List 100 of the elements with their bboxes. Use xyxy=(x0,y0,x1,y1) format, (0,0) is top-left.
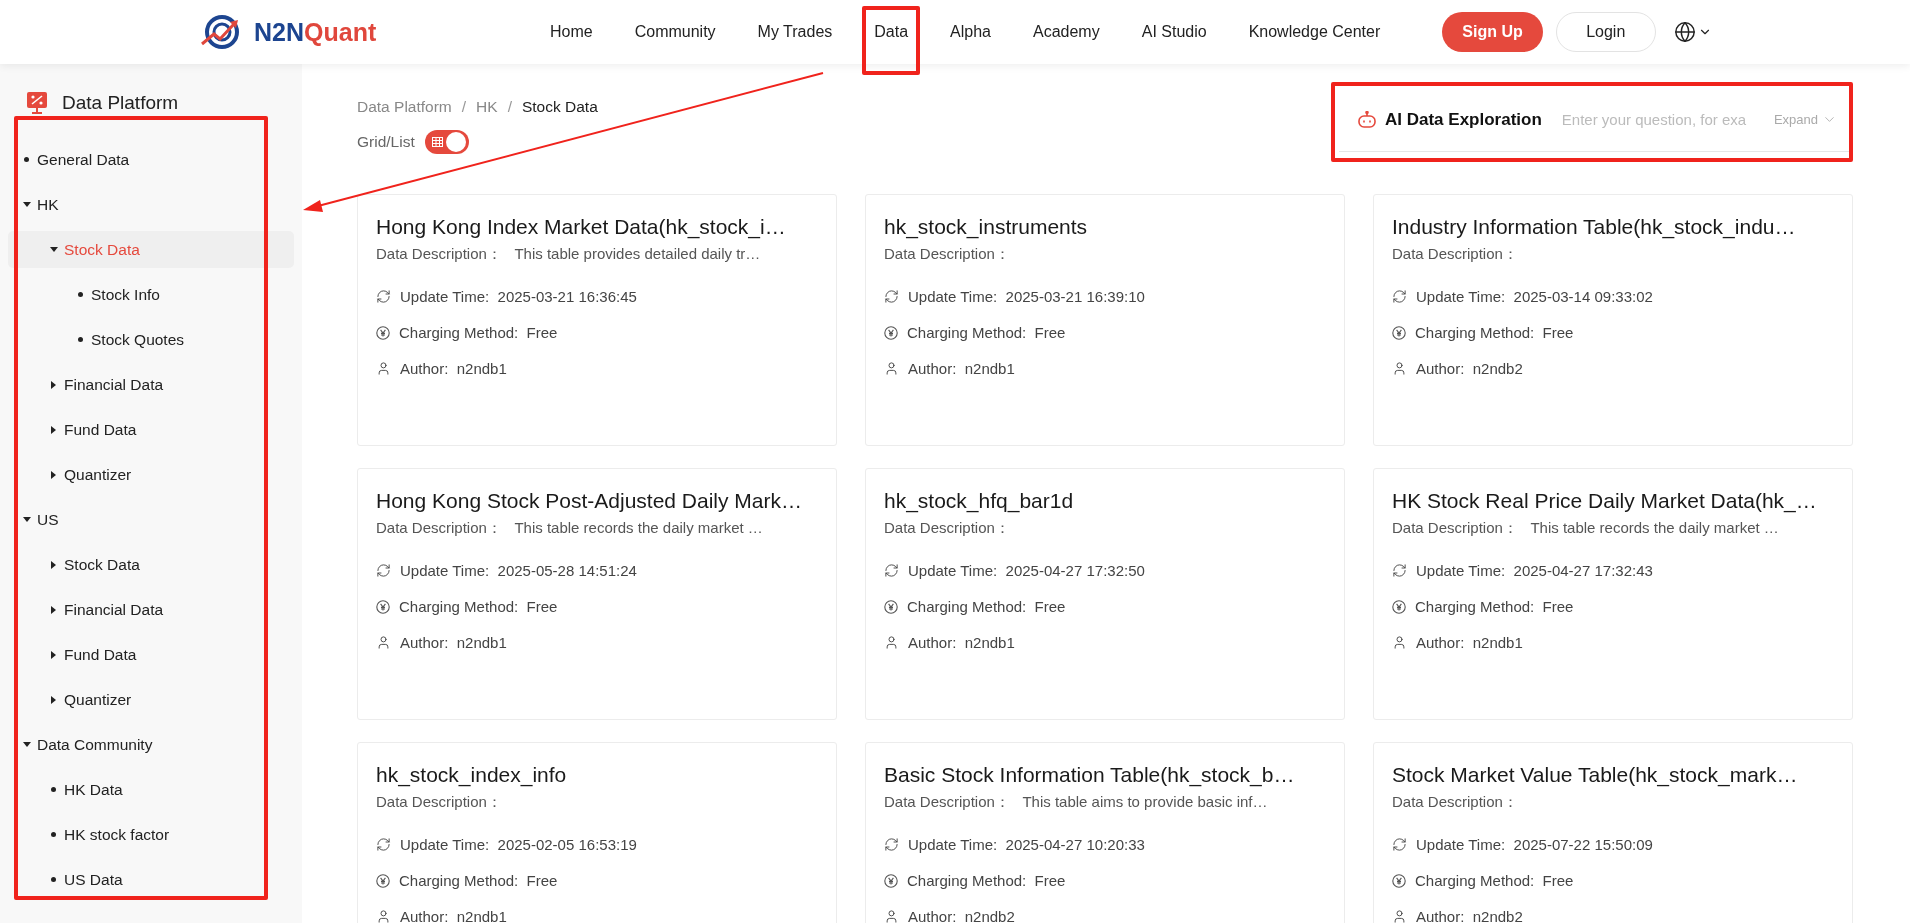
nav-link[interactable]: Academy xyxy=(1017,0,1116,64)
dataset-card[interactable]: hk_stock_index_info Data Description： Update Time: 2025-02-05 16:53:19 Charging Method: Free Author: n2ndb1 xyxy=(357,742,837,923)
yen-coin-icon xyxy=(376,599,390,614)
nav-link[interactable]: Home xyxy=(534,0,609,64)
user-icon xyxy=(376,361,391,376)
caret-right-icon[interactable] xyxy=(51,470,56,479)
dataset-card[interactable]: hk_stock_hfq_bar1d Data Description： Update Time: 2025-04-27 17:32:50 Charging Method: Free Author: n2ndb1 xyxy=(865,468,1345,720)
bullet-icon xyxy=(51,877,56,882)
caret-down-icon[interactable] xyxy=(22,202,31,207)
refresh-icon xyxy=(1392,837,1407,852)
caret-right-icon[interactable] xyxy=(51,695,56,704)
login-button[interactable]: Login xyxy=(1555,12,1656,52)
refresh-icon xyxy=(376,563,391,578)
refresh-icon xyxy=(1392,563,1407,578)
dataset-card[interactable]: Hong Kong Stock Post-Adjusted Daily Mark… Data Description： This table records the daily market … Update Time: 2025-05-28 14:51:24 Charging Method: Free Author: n2ndb1 xyxy=(357,468,837,720)
caret-down-icon[interactable] xyxy=(22,742,31,747)
charging-method: Charging Method: Free xyxy=(399,872,558,889)
author: Author: n2ndb1 xyxy=(400,908,507,923)
tree-item[interactable]: Fund Data xyxy=(8,411,294,448)
user-icon xyxy=(1392,635,1407,650)
tree-item[interactable]: Financial Data xyxy=(8,591,294,628)
nav-link[interactable]: AI Studio xyxy=(1125,0,1223,64)
caret-right-icon[interactable] xyxy=(51,425,56,434)
yen-coin-icon xyxy=(884,599,898,614)
nav-link[interactable]: Alpha xyxy=(934,0,1007,64)
charging-method: Charging Method: Free xyxy=(399,598,558,615)
card-description: Data Description： xyxy=(376,793,503,812)
dataset-card[interactable]: Basic Stock Information Table(hk_stock_b… Data Description： This table aims to provide basic inf… Update Time: 2025-04-27 10:20:33 Charging Method: Free Author: n2ndb2 xyxy=(865,742,1345,923)
tree-item[interactable]: HK xyxy=(8,186,294,223)
dataset-card[interactable]: hk_stock_instruments Data Description： Update Time: 2025-03-21 16:39:10 Charging Method: Free Author: n2ndb1 xyxy=(865,194,1345,446)
tree-item[interactable]: HK stock factor xyxy=(8,816,294,853)
yen-coin-icon xyxy=(1392,873,1406,888)
sidebar-title: Data Platform xyxy=(62,92,179,114)
dataset-card[interactable]: HK Stock Real Price Daily Market Data(hk_… Data Description： This table records the daily market … Update Time: 2025-04-27 17:32:43 Charging Method: Free Author: n2ndb1 xyxy=(1373,468,1853,720)
tree-item[interactable]: Stock Quotes xyxy=(8,321,294,358)
nav-link[interactable]: Knowledge Center xyxy=(1232,0,1397,64)
globe-icon xyxy=(1673,21,1696,43)
charging-method: Charging Method: Free xyxy=(1415,872,1574,889)
charging-method: Charging Method: Free xyxy=(399,324,558,341)
card-title: hk_stock_hfq_bar1d xyxy=(884,489,1075,513)
grid-icon xyxy=(431,137,443,147)
tree-item[interactable]: Fund Data xyxy=(8,636,294,673)
switch-knob xyxy=(445,132,466,152)
card-description: Data Description： This table records the daily market … xyxy=(376,519,764,538)
update-time: Update Time: 2025-04-27 17:32:43 xyxy=(1416,562,1653,579)
dataset-card[interactable]: Hong Kong Index Market Data(hk_stock_i… Data Description： This table provides detailed daily tr… Update Time: 2025-03-21 16:36:45 Charging Method: Free Author: n2ndb1 xyxy=(357,194,837,446)
caret-down-icon[interactable] xyxy=(22,517,31,522)
view-switch[interactable] xyxy=(424,130,469,154)
tree-item[interactable]: US xyxy=(8,501,294,538)
nav-link[interactable]: My Trades xyxy=(741,0,849,64)
tree-item[interactable]: Quantizer xyxy=(8,456,294,493)
breadcrumb-link[interactable]: HK xyxy=(476,98,498,116)
language-button[interactable] xyxy=(1673,21,1712,43)
monitor-percent-icon xyxy=(26,91,48,115)
nav-link[interactable]: Data xyxy=(858,0,925,64)
tree-item[interactable]: Quantizer xyxy=(8,681,294,718)
author: Author: n2ndb1 xyxy=(908,634,1015,651)
breadcrumb-link[interactable]: Stock Data xyxy=(521,98,598,116)
bullet-icon xyxy=(24,157,29,162)
card-description: Data Description： xyxy=(884,519,1011,538)
caret-right-icon[interactable] xyxy=(51,560,56,569)
caret-right-icon[interactable] xyxy=(51,380,56,389)
breadcrumb-separator: / xyxy=(507,98,512,116)
tree-item[interactable]: US Data xyxy=(8,861,294,898)
charging-method: Charging Method: Free xyxy=(907,598,1066,615)
charging-method: Charging Method: Free xyxy=(907,872,1066,889)
dataset-card[interactable]: Industry Information Table(hk_stock_indu… Data Description： Update Time: 2025-03-14 09:33:02 Charging Method: Free Author: n2ndb2 xyxy=(1373,194,1853,446)
tree-item[interactable]: Financial Data xyxy=(8,366,294,403)
card-description: Data Description： This table provides detailed daily tr… xyxy=(376,245,762,264)
question-input[interactable]: Enter your question, for exa xyxy=(1559,110,1766,129)
dataset-card[interactable]: Stock Market Value Table(hk_stock_mark… Data Description： Update Time: 2025-07-22 15:50:09 Charging Method: Free Author: n2ndb2 xyxy=(1373,742,1853,923)
tree-item[interactable]: General Data xyxy=(8,141,294,178)
update-time: Update Time: 2025-04-27 17:32:50 xyxy=(908,562,1145,579)
caret-down-icon[interactable] xyxy=(49,247,58,252)
breadcrumb-link[interactable]: Data Platform xyxy=(357,98,452,116)
tree-item[interactable]: Data Community xyxy=(8,726,294,763)
tree-item[interactable]: Stock Info xyxy=(8,276,294,313)
update-time: Update Time: 2025-03-21 16:39:10 xyxy=(908,288,1145,305)
robot-icon xyxy=(1357,110,1377,129)
card-title: Industry Information Table(hk_stock_indu… xyxy=(1392,215,1797,239)
refresh-icon xyxy=(884,837,899,852)
card-title: Basic Stock Information Table(hk_stock_b… xyxy=(884,763,1296,787)
toggle-label: Grid/List xyxy=(357,133,415,151)
author: Author: n2ndb2 xyxy=(908,908,1015,923)
yen-coin-icon xyxy=(884,325,898,340)
tree-item[interactable]: Stock Data xyxy=(8,546,294,583)
caret-right-icon[interactable] xyxy=(51,650,56,659)
sign-up-button[interactable]: Sign Up xyxy=(1442,12,1543,52)
author: Author: n2ndb2 xyxy=(1416,360,1523,377)
author: Author: n2ndb1 xyxy=(908,360,1015,377)
caret-right-icon[interactable] xyxy=(51,605,56,614)
refresh-icon xyxy=(884,289,899,304)
tree-item[interactable]: HK Data xyxy=(8,771,294,808)
yen-coin-icon xyxy=(376,873,390,888)
nav-link[interactable]: Community xyxy=(618,0,732,64)
update-time: Update Time: 2025-07-22 15:50:09 xyxy=(1416,836,1653,853)
card-description: Data Description： xyxy=(884,245,1011,264)
refresh-icon xyxy=(376,289,391,304)
bullet-icon xyxy=(78,337,83,342)
card-title: hk_stock_index_info xyxy=(376,763,568,787)
